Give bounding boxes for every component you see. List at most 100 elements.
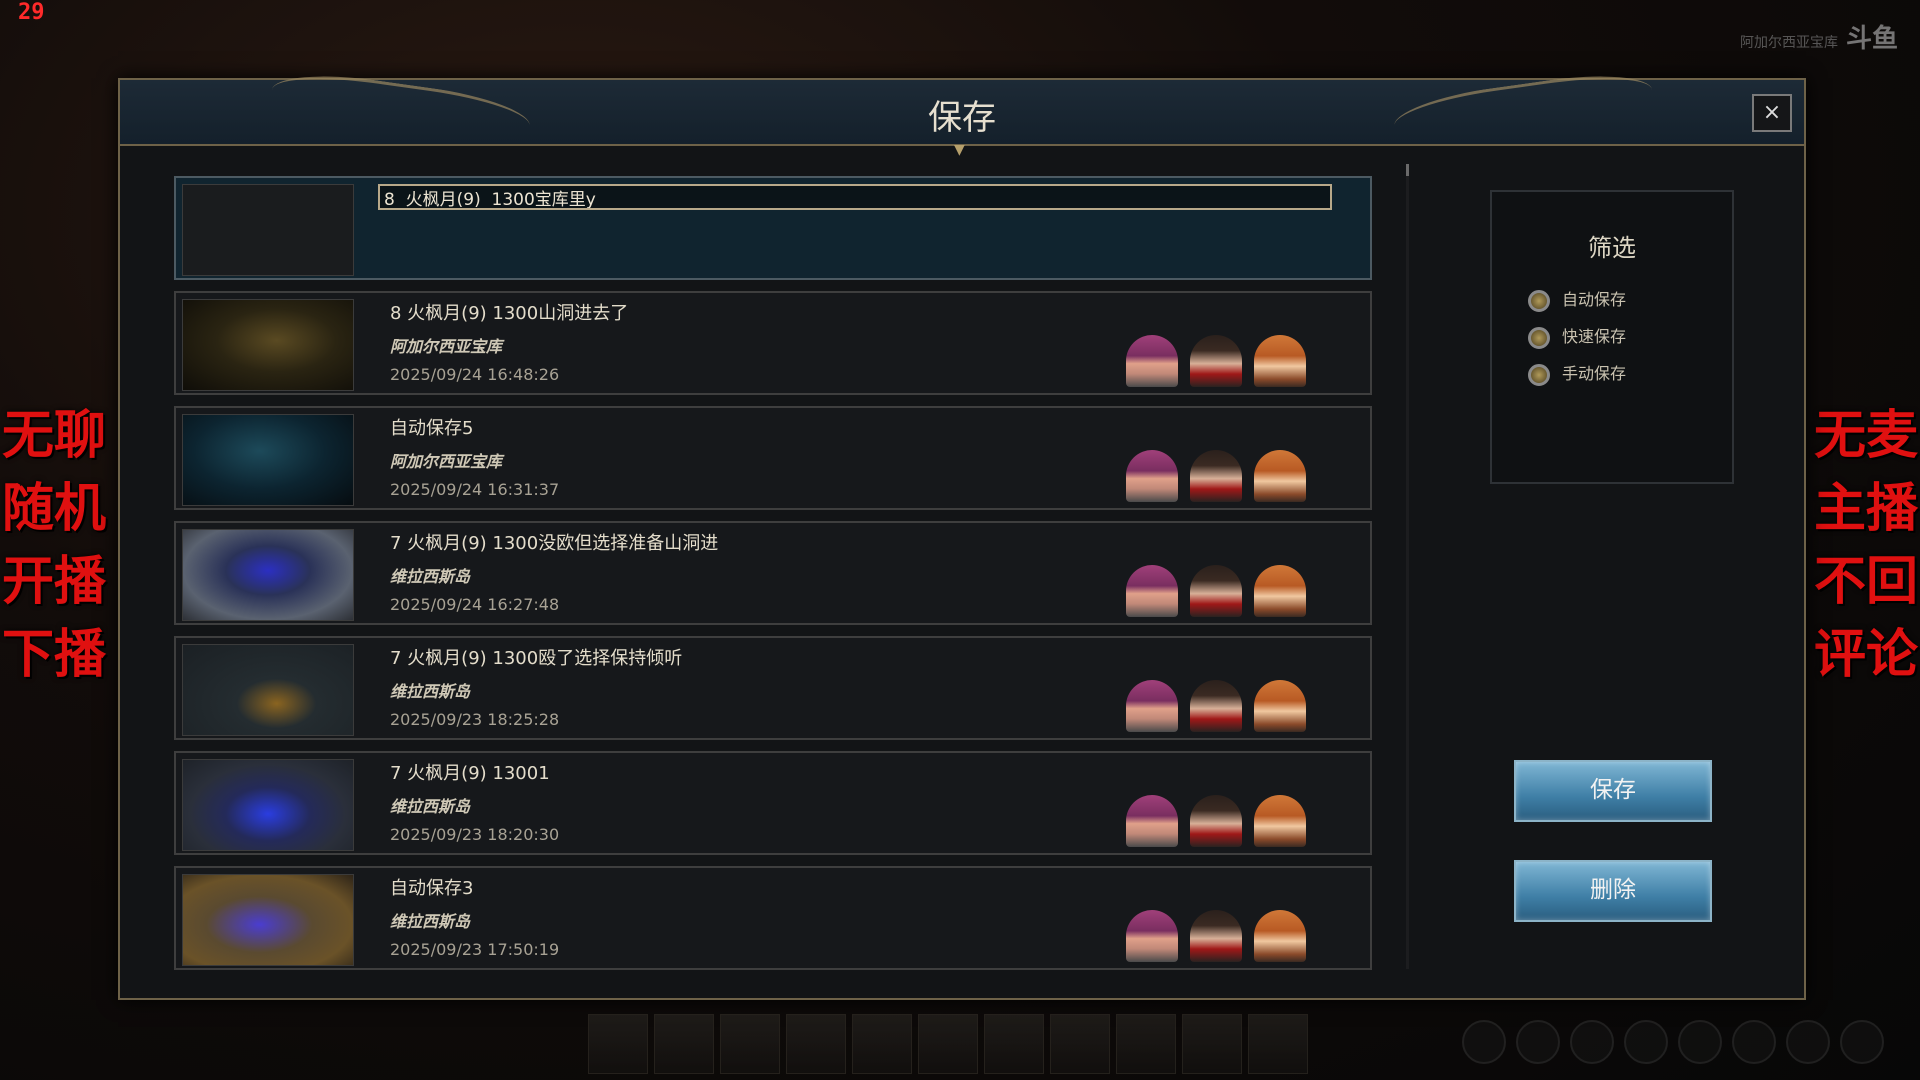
portrait-avatar [1254, 565, 1306, 617]
save-location: 维拉西斯岛 [390, 912, 471, 931]
watermark-text: 阿加尔西亚宝库 [1739, 34, 1838, 50]
portrait-avatar [1126, 910, 1178, 962]
radio-icon[interactable] [1528, 289, 1550, 312]
chevron-down-icon: ▼ [954, 142, 965, 158]
menu-icon[interactable] [1840, 1020, 1884, 1064]
overlay-right-line: 无麦 [1813, 406, 1918, 466]
scrollbar-thumb[interactable] [1406, 164, 1409, 176]
filter-option-label: 自动保存 [1562, 290, 1627, 309]
skill-slot[interactable] [786, 1014, 846, 1074]
fps-counter: 29 [18, 0, 45, 25]
portrait-avatar [1126, 335, 1178, 387]
save-thumbnail [182, 299, 354, 391]
portrait-avatar [1190, 795, 1242, 847]
party-portraits [1126, 565, 1316, 617]
close-button[interactable]: × [1752, 94, 1792, 132]
skill-slot[interactable] [918, 1014, 978, 1074]
filter-option-label: 手动保存 [1562, 364, 1627, 383]
new-save-row[interactable] [174, 176, 1372, 280]
portrait-avatar [1254, 335, 1306, 387]
save-timestamp: 2025/09/23 18:20:30 [390, 825, 560, 844]
portrait-avatar [1254, 680, 1306, 732]
save-location: 维拉西斯岛 [390, 797, 471, 816]
save-location: 阿加尔西亚宝库 [390, 452, 503, 471]
save-timestamp: 2025/09/24 16:27:48 [390, 595, 560, 614]
menu-icon[interactable] [1570, 1020, 1614, 1064]
save-row[interactable]: 7 火枫月(9) 1300殴了选择保持倾听 维拉西斯岛 2025/09/23 1… [174, 636, 1372, 740]
party-portraits [1126, 910, 1316, 962]
radio-icon[interactable] [1528, 363, 1550, 386]
save-name: 7 火枫月(9) 13001 [390, 763, 550, 784]
skill-slot[interactable] [1248, 1014, 1308, 1074]
menu-icon[interactable] [1786, 1020, 1830, 1064]
save-name-input[interactable] [378, 184, 1332, 210]
save-name: 自动保存5 [390, 418, 474, 439]
save-timestamp: 2025/09/24 16:31:37 [390, 480, 560, 499]
save-name: 自动保存3 [390, 878, 474, 899]
skill-slot[interactable] [720, 1014, 780, 1074]
portrait-avatar [1126, 795, 1178, 847]
skill-slot[interactable] [1116, 1014, 1176, 1074]
portrait-avatar [1190, 680, 1242, 732]
save-row[interactable]: 7 火枫月(9) 1300没欧但选择准备山洞进 维拉西斯岛 2025/09/24… [174, 521, 1372, 625]
save-row[interactable]: 7 火枫月(9) 13001 维拉西斯岛 2025/09/23 18:20:30 [174, 751, 1372, 855]
save-thumbnail [182, 414, 354, 506]
skill-slot[interactable] [588, 1014, 648, 1074]
skill-slot[interactable] [1050, 1014, 1110, 1074]
menu-icon[interactable] [1732, 1020, 1776, 1064]
portrait-avatar [1254, 450, 1306, 502]
portrait-avatar [1126, 450, 1178, 502]
portrait-avatar [1190, 335, 1242, 387]
save-thumbnail [182, 874, 354, 966]
skill-slot[interactable] [852, 1014, 912, 1074]
menu-icon[interactable] [1678, 1020, 1722, 1064]
filter-option-label: 快速保存 [1562, 327, 1627, 346]
douyu-logo: 斗鱼 [1845, 23, 1898, 53]
overlay-left-line: 开播 [2, 552, 107, 612]
skill-hotbar [588, 1014, 1318, 1074]
save-row[interactable]: 自动保存3 维拉西斯岛 2025/09/23 17:50:19 [174, 866, 1372, 970]
filter-panel: 筛选 自动保存 快速保存 手动保存 [1490, 190, 1734, 484]
save-row[interactable]: 自动保存5 阿加尔西亚宝库 2025/09/24 16:31:37 [174, 406, 1372, 510]
save-name: 7 火枫月(9) 1300殴了选择保持倾听 [390, 648, 683, 669]
menu-icon[interactable] [1624, 1020, 1668, 1064]
save-row[interactable]: 8 火枫月(9) 1300山洞进去了 阿加尔西亚宝库 2025/09/24 16… [174, 291, 1372, 395]
skill-slot[interactable] [654, 1014, 714, 1074]
save-thumbnail [182, 644, 354, 736]
save-list: 8 火枫月(9) 1300山洞进去了 阿加尔西亚宝库 2025/09/24 16… [174, 176, 1372, 981]
delete-button[interactable]: 删除 [1514, 860, 1712, 922]
filter-option-manual-save[interactable]: 手动保存 [1528, 360, 1626, 386]
radio-icon[interactable] [1528, 326, 1550, 349]
save-dialog: 保存 ▼ × 8 火枫月(9) 1300山洞进去了 阿加尔西亚宝库 2025/0… [118, 66, 1806, 1000]
skill-slot[interactable] [1182, 1014, 1242, 1074]
dialog-titlebar: 保存 ▼ × [120, 66, 1804, 161]
save-name: 7 火枫月(9) 1300没欧但选择准备山洞进 [390, 533, 719, 554]
save-thumbnail [182, 184, 354, 276]
save-button[interactable]: 保存 [1514, 760, 1712, 822]
portrait-avatar [1254, 910, 1306, 962]
overlay-left-line: 随机 [2, 479, 107, 539]
filter-option-quick-save[interactable]: 快速保存 [1528, 323, 1626, 349]
party-portraits [1126, 680, 1316, 732]
portrait-avatar [1254, 795, 1306, 847]
party-portraits [1126, 335, 1316, 387]
party-portraits [1126, 795, 1316, 847]
save-thumbnail [182, 759, 354, 851]
save-timestamp: 2025/09/23 17:50:19 [390, 940, 560, 959]
save-thumbnail [182, 529, 354, 621]
stream-overlay-right: 无麦 主播 不回 评论 [1814, 400, 1918, 692]
skill-slot[interactable] [984, 1014, 1044, 1074]
filter-option-auto-save[interactable]: 自动保存 [1528, 286, 1626, 312]
party-portraits [1126, 450, 1316, 502]
scrollbar-track[interactable] [1406, 164, 1409, 969]
portrait-avatar [1126, 565, 1178, 617]
menu-icon[interactable] [1516, 1020, 1560, 1064]
stream-overlay-left: 无聊 随机 开播 下播 [2, 400, 106, 692]
menu-icon[interactable] [1462, 1020, 1506, 1064]
portrait-avatar [1190, 910, 1242, 962]
stream-watermark: 阿加尔西亚宝库 斗鱼 [1740, 18, 1898, 55]
save-location: 维拉西斯岛 [390, 567, 471, 586]
save-location: 维拉西斯岛 [390, 682, 471, 701]
portrait-avatar [1126, 680, 1178, 732]
filter-title: 筛选 [1588, 234, 1636, 262]
